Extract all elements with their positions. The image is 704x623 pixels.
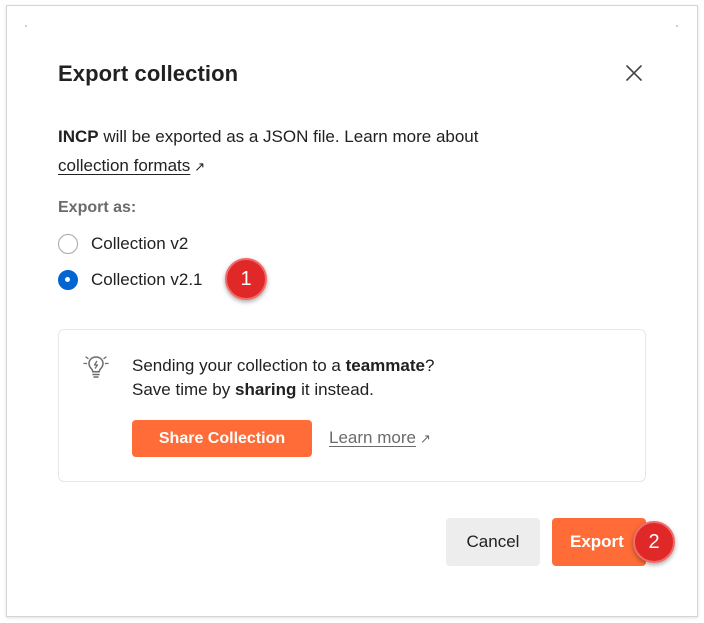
step-badge-2: 2 <box>633 521 675 563</box>
close-icon <box>626 65 642 81</box>
collection-name: INCP <box>58 127 99 146</box>
share-tip-box: Sending your collection to a teammate? S… <box>58 329 646 482</box>
close-button[interactable] <box>620 59 648 87</box>
corner-mark <box>676 25 678 27</box>
radio-collection-v2-1[interactable]: Collection v2.1 <box>58 270 203 290</box>
corner-mark <box>25 25 27 27</box>
radio-label: Collection v2 <box>91 234 189 253</box>
tip-line2-pre: Save time by <box>132 380 235 399</box>
learn-more-text: Learn more <box>329 428 416 447</box>
tip-line2-post: it instead. <box>296 380 374 399</box>
radio-collection-v2[interactable]: Collection v2 <box>58 234 188 254</box>
tip-line1-post: ? <box>424 356 435 375</box>
external-arrow-icon: ↗ <box>419 431 431 446</box>
share-collection-button[interactable]: Share Collection <box>132 420 312 457</box>
collection-formats-link[interactable]: collection formats <box>58 156 190 175</box>
radio-button-checked[interactable] <box>58 270 78 290</box>
tip-line1-bold: teammate <box>345 356 425 375</box>
lightbulb-icon <box>83 356 109 378</box>
external-arrow-icon: ↗ <box>194 159 206 174</box>
tip-line2-bold: sharing <box>235 380 297 399</box>
dialog-title: Export collection <box>58 61 239 86</box>
export-as-label: Export as: <box>58 199 137 216</box>
export-button[interactable]: Export <box>552 518 646 566</box>
radio-button-unchecked[interactable] <box>58 234 78 254</box>
export-description: INCP will be exported as a JSON file. Le… <box>58 122 578 181</box>
learn-more-link[interactable]: Learn more ↗ <box>329 428 431 448</box>
tip-line1-pre: Sending your collection to a <box>132 356 346 375</box>
step-badge-1: 1 <box>225 258 267 300</box>
description-text: will be exported as a JSON file. Learn m… <box>98 127 479 146</box>
cancel-button[interactable]: Cancel <box>446 518 540 566</box>
tip-text: Sending your collection to a teammate? S… <box>132 354 434 402</box>
radio-label: Collection v2.1 <box>91 270 203 289</box>
